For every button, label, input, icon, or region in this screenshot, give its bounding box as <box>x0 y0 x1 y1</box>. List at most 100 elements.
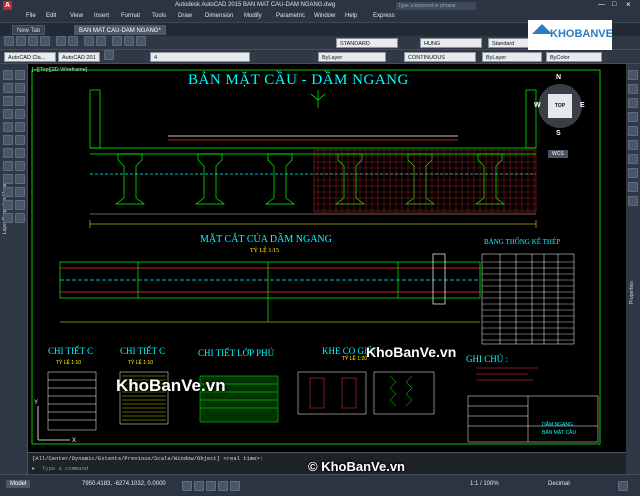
close-icon[interactable]: × <box>626 0 631 9</box>
workspace-select-2[interactable]: AutoCAD 201 <box>58 52 100 62</box>
modify-tool-icon[interactable] <box>628 70 638 80</box>
menu-help[interactable]: Help <box>345 13 357 19</box>
viewcube-top-face[interactable]: TOP <box>548 94 572 118</box>
svg-text:X: X <box>72 438 76 444</box>
design-center-icon[interactable] <box>124 36 134 46</box>
linetype-select[interactable]: CONTINUOUS <box>404 52 476 62</box>
menu-parametric[interactable]: Parametric <box>276 13 305 19</box>
spline-tool-icon[interactable] <box>3 148 13 158</box>
polygon-tool-icon[interactable] <box>3 135 13 145</box>
line-tool-icon[interactable] <box>3 70 13 80</box>
detail-c1 <box>47 371 97 431</box>
annotation-scale[interactable]: 1:1 / 100% <box>470 481 499 487</box>
block-tool-icon[interactable] <box>3 187 13 197</box>
menu-file[interactable]: File <box>26 13 36 19</box>
circle-tool-icon[interactable] <box>3 96 13 106</box>
open-file-icon[interactable] <box>16 36 26 46</box>
modify-tool-icon[interactable] <box>628 168 638 178</box>
ellipse-tool-icon[interactable] <box>3 161 13 171</box>
point-tool-icon[interactable] <box>15 70 25 80</box>
viewcube-east[interactable]: E <box>580 102 585 109</box>
search-input[interactable]: Type a keyword or phrase <box>396 2 476 10</box>
zoom-icon[interactable] <box>96 36 106 46</box>
text-style-select[interactable]: STANDARD <box>336 38 398 48</box>
document-tab-0[interactable]: New Tab <box>12 25 46 35</box>
redo-icon[interactable] <box>68 36 78 46</box>
array-tool-icon[interactable] <box>15 213 25 223</box>
offset-tool-icon[interactable] <box>15 148 25 158</box>
rectangle-tool-icon[interactable] <box>3 122 13 132</box>
save-icon[interactable] <box>28 36 38 46</box>
polyline-tool-icon[interactable] <box>3 83 13 93</box>
layer-select[interactable]: 4 <box>150 52 250 62</box>
properties-panel-label[interactable]: Properties <box>629 281 635 304</box>
color-select[interactable]: ByLayer <box>318 52 386 62</box>
menu-window[interactable]: Window <box>314 13 335 19</box>
ortho-toggle-icon[interactable] <box>206 481 216 491</box>
menu-format[interactable]: Format <box>121 13 140 19</box>
undo-icon[interactable] <box>56 36 66 46</box>
detail-joint <box>297 371 435 415</box>
modify-tool-icon[interactable] <box>628 126 638 136</box>
trim-tool-icon[interactable] <box>15 161 25 171</box>
workspace-select[interactable]: AutoCAD Cla... <box>4 52 56 62</box>
fillet-tool-icon[interactable] <box>15 187 25 197</box>
table-tool-icon[interactable] <box>3 213 13 223</box>
notes-title: GHI CHÚ : <box>466 354 508 364</box>
menu-edit[interactable]: Edit <box>46 13 56 19</box>
modify-tool-icon[interactable] <box>628 140 638 150</box>
polar-toggle-icon[interactable] <box>218 481 228 491</box>
viewcube-west[interactable]: W <box>534 102 541 109</box>
copy-tool-icon[interactable] <box>15 109 25 119</box>
grid-toggle-icon[interactable] <box>182 481 192 491</box>
modify-tool-icon[interactable] <box>628 182 638 192</box>
layer-manager-icon[interactable] <box>104 50 114 60</box>
viewcube[interactable]: N TOP W E S <box>534 74 586 148</box>
units-display[interactable]: Decimal <box>548 481 570 487</box>
pan-icon[interactable] <box>84 36 94 46</box>
toolbar-row-2: AutoCAD Cla... AutoCAD 201 4 ByLayer CON… <box>0 50 640 64</box>
mirror-tool-icon[interactable] <box>15 135 25 145</box>
wcs-menu[interactable]: WCS <box>548 150 568 158</box>
deck-section <box>89 89 537 215</box>
move-tool-icon[interactable] <box>15 96 25 106</box>
text-tool-icon[interactable] <box>3 200 13 210</box>
app-logo-icon[interactable]: A <box>3 1 12 10</box>
menu-modify[interactable]: Modify <box>244 13 262 19</box>
properties-icon[interactable] <box>112 36 122 46</box>
modify-tool-icon[interactable] <box>628 154 638 164</box>
maximize-icon[interactable]: □ <box>612 1 616 8</box>
print-icon[interactable] <box>40 36 50 46</box>
modify-tool-icon[interactable] <box>628 196 638 206</box>
menu-dimension[interactable]: Dimension <box>205 13 233 19</box>
new-file-icon[interactable] <box>4 36 14 46</box>
snap-toggle-icon[interactable] <box>194 481 204 491</box>
menu-insert[interactable]: Insert <box>94 13 109 19</box>
extend-tool-icon[interactable] <box>15 174 25 184</box>
viewcube-south[interactable]: S <box>556 130 561 137</box>
region-tool-icon[interactable] <box>15 83 25 93</box>
document-tab-1[interactable]: BAN MAT CAU-DAM NGANG* <box>74 25 166 35</box>
erase-tool-icon[interactable] <box>15 200 25 210</box>
rotate-tool-icon[interactable] <box>15 122 25 132</box>
dim-style-select[interactable]: HUNG <box>420 38 482 48</box>
modify-tool-icon[interactable] <box>628 84 638 94</box>
arc-tool-icon[interactable] <box>3 109 13 119</box>
plot-style-select[interactable]: ByColor <box>546 52 602 62</box>
minimize-icon[interactable]: — <box>598 1 605 8</box>
lineweight-select[interactable]: ByLayer <box>482 52 542 62</box>
viewcube-north[interactable]: N <box>556 74 561 81</box>
menu-express[interactable]: Express <box>373 13 395 19</box>
hatch-tool-icon[interactable] <box>3 174 13 184</box>
menu-view[interactable]: View <box>70 13 83 19</box>
settings-gear-icon[interactable] <box>618 481 628 491</box>
modify-tool-icon[interactable] <box>628 98 638 108</box>
drawing-canvas[interactable]: [−][Top][2D Wireframe] Y X BẢN MẶT CẦU -… <box>28 64 626 452</box>
menu-tools[interactable]: Tools <box>152 13 166 19</box>
menu-draw[interactable]: Draw <box>178 13 192 19</box>
osnap-toggle-icon[interactable] <box>230 481 240 491</box>
window-title: Autodesk AutoCAD 2015 BAN MAT CAU-DAM NG… <box>175 2 336 8</box>
tool-palette-icon[interactable] <box>136 36 146 46</box>
model-tab[interactable]: Model <box>6 480 31 488</box>
modify-tool-icon[interactable] <box>628 112 638 122</box>
